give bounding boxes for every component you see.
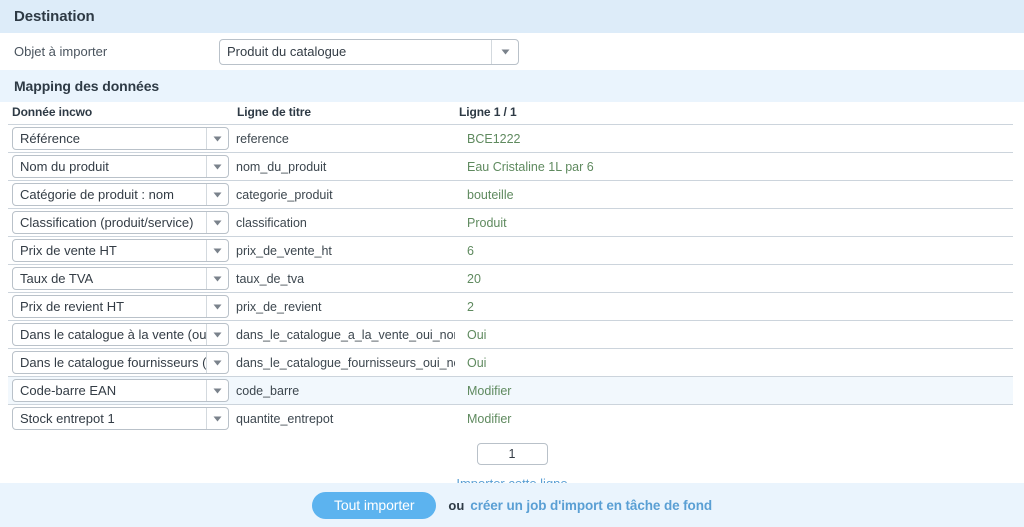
cell-title-line: dans_le_catalogue_fournisseurs_oui_non_ (233, 348, 455, 377)
source-field-select[interactable]: Classification (produit/service) (12, 211, 229, 234)
cell-source: Stock entrepot 1 (8, 404, 233, 432)
mapping-table-wrapper: Donnée incwo Ligne de titre Ligne 1 / 1 … (0, 102, 1024, 432)
source-field-select-value: Dans le catalogue à la vente (oui/non) (20, 327, 206, 342)
cell-title-line: code_barre (233, 376, 455, 405)
source-field-select[interactable]: Dans le catalogue fournisseurs (oui/non) (12, 351, 229, 374)
object-to-import-label: Objet à importer (14, 44, 108, 59)
source-field-select[interactable]: Dans le catalogue à la vente (oui/non) (12, 323, 229, 346)
chevron-down-icon[interactable] (206, 240, 228, 261)
cell-value: Eau Cristaline 1L par 6 (455, 152, 1013, 181)
table-row[interactable]: Référence reference BCE1222 (8, 124, 1013, 153)
cell-title-line: taux_de_tva (233, 264, 455, 293)
cell-value: Modifier (455, 376, 1013, 405)
destination-object-row: Objet à importer Produit du catalogue (0, 33, 1024, 70)
cell-value: Oui (455, 320, 1013, 349)
cell-value: Modifier (455, 404, 1013, 432)
source-field-select-value: Code-barre EAN (20, 383, 117, 398)
source-field-select-value: Référence (20, 131, 80, 146)
cell-source: Nom du produit (8, 152, 233, 181)
source-field-select-value: Catégorie de produit : nom (20, 187, 174, 202)
cell-value: BCE1222 (455, 124, 1013, 153)
import-all-button[interactable]: Tout importer (312, 491, 437, 519)
cell-title-line: classification (233, 208, 455, 237)
cell-value: Oui (455, 348, 1013, 377)
chevron-down-icon[interactable] (206, 184, 228, 205)
source-field-select[interactable]: Stock entrepot 1 (12, 407, 229, 430)
chevron-down-icon[interactable] (206, 128, 228, 149)
source-field-select-value: Stock entrepot 1 (20, 411, 115, 426)
cell-value: 2 (455, 292, 1013, 321)
table-row[interactable]: Taux de TVA taux_de_tva 20 (8, 264, 1013, 293)
table-row[interactable]: Prix de vente HT prix_de_vente_ht 6 (8, 236, 1013, 265)
source-field-select[interactable]: Prix de vente HT (12, 239, 229, 262)
cell-value: bouteille (455, 180, 1013, 209)
source-field-select[interactable]: Code-barre EAN (12, 379, 229, 402)
cell-source: Prix de vente HT (8, 236, 233, 265)
chevron-down-icon[interactable] (206, 408, 228, 429)
table-row[interactable]: Catégorie de produit : nom categorie_prod… (8, 180, 1013, 209)
object-to-import-select-value: Produit du catalogue (227, 43, 347, 59)
footer-separator-label: ou (448, 497, 465, 513)
create-background-import-job-link[interactable]: créer un job d'import en tâche de fond (470, 498, 712, 513)
mapping-table-body: Référence reference BCE1222 Nom du produit n… (8, 124, 1013, 432)
chevron-down-icon[interactable] (206, 156, 228, 177)
table-row[interactable]: Code-barre EAN code_barre Modifier (8, 376, 1013, 405)
cell-source: Dans le catalogue fournisseurs (oui/non) (8, 348, 233, 377)
source-field-select-value: Prix de revient HT (20, 299, 125, 314)
source-field-select[interactable]: Taux de TVA (12, 267, 229, 290)
cell-source: Dans le catalogue à la vente (oui/non) (8, 320, 233, 349)
mapping-section-header: Mapping des données (0, 70, 1024, 102)
cell-title-line: prix_de_revient (233, 292, 455, 321)
cell-value: 6 (455, 236, 1013, 265)
source-field-select[interactable]: Prix de revient HT (12, 295, 229, 318)
destination-title: Destination (14, 8, 95, 25)
cell-source: Catégorie de produit : nom (8, 180, 233, 209)
mapping-title: Mapping des données (14, 78, 160, 94)
source-field-select-value: Taux de TVA (20, 271, 94, 286)
chevron-down-icon[interactable] (206, 380, 228, 401)
table-row[interactable]: Prix de revient HT prix_de_revient 2 (8, 292, 1013, 321)
cell-value: 20 (455, 264, 1013, 293)
chevron-down-icon[interactable] (206, 352, 228, 373)
source-field-select-value: Nom du produit (20, 159, 109, 174)
cell-value: Produit (455, 208, 1013, 237)
source-field-select-value: Dans le catalogue fournisseurs (oui/non) (20, 355, 206, 370)
table-row[interactable]: Classification (produit/service) classifi… (8, 208, 1013, 237)
footer-action-bar: Tout importer ou créer un job d'import e… (0, 483, 1024, 527)
mapping-table-header-row: Donnée incwo Ligne de titre Ligne 1 / 1 (8, 102, 1013, 125)
table-row[interactable]: Nom du produit nom_du_produit Eau Cristali… (8, 152, 1013, 181)
source-field-select[interactable]: Référence (12, 127, 229, 150)
cell-title-line: reference (233, 124, 455, 153)
source-field-select[interactable]: Nom du produit (12, 155, 229, 178)
chevron-down-icon[interactable] (491, 39, 518, 64)
chevron-down-icon[interactable] (206, 296, 228, 317)
source-field-select[interactable]: Catégorie de produit : nom (12, 183, 229, 206)
column-header-line-count: Ligne 1 / 1 (459, 105, 517, 119)
table-row[interactable]: Stock entrepot 1 quantite_entrepot Modifie… (8, 404, 1013, 432)
chevron-down-icon[interactable] (206, 268, 228, 289)
source-field-select-value: Classification (produit/service) (20, 215, 194, 230)
mapping-table: Donnée incwo Ligne de titre Ligne 1 / 1 … (8, 102, 1013, 432)
destination-section-header: Destination (0, 0, 1024, 33)
table-row[interactable]: Dans le catalogue à la vente (oui/non) da… (8, 320, 1013, 349)
chevron-down-icon[interactable] (206, 324, 228, 345)
cell-source: Taux de TVA (8, 264, 233, 293)
cell-title-line: dans_le_catalogue_a_la_vente_oui_non_ (233, 320, 455, 349)
column-header-title-line: Ligne de titre (237, 105, 311, 119)
line-number-input[interactable]: 1 (476, 443, 548, 465)
cell-title-line: nom_du_produit (233, 152, 455, 181)
table-row[interactable]: Dans le catalogue fournisseurs (oui/non)… (8, 348, 1013, 377)
cell-title-line: categorie_produit (233, 180, 455, 209)
source-field-select-value: Prix de vente HT (20, 243, 117, 258)
cell-source: Classification (produit/service) (8, 208, 233, 237)
cell-source: Référence (8, 124, 233, 153)
cell-title-line: quantite_entrepot (233, 404, 455, 432)
cell-source: Prix de revient HT (8, 292, 233, 321)
cell-title-line: prix_de_vente_ht (233, 236, 455, 265)
chevron-down-icon[interactable] (206, 212, 228, 233)
object-to-import-select[interactable]: Produit du catalogue (219, 38, 519, 65)
cell-source: Code-barre EAN (8, 376, 233, 405)
column-header-source: Donnée incwo (12, 105, 93, 119)
